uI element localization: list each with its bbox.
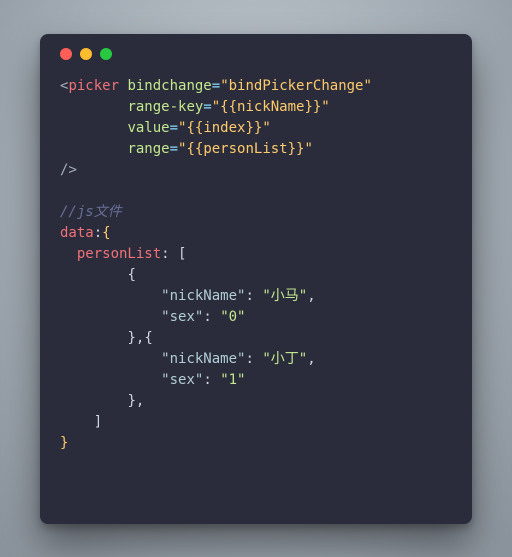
attr-range: range [127,141,169,157]
stage: <picker bindchange="bindPickerChange" ra… [0,0,512,557]
key-nickname-1: "nickName" [161,288,245,304]
close-icon[interactable] [60,48,72,60]
zoom-icon[interactable] [100,48,112,60]
code-block: <picker bindchange="bindPickerChange" ra… [60,76,452,454]
eq: = [212,78,220,94]
window-titlebar [60,48,452,76]
key-sex-2: "sex" [161,372,203,388]
comment-js-file: //js文件 [60,204,122,220]
brace-close: } [127,330,135,346]
angle-close: > [68,162,76,178]
val-range: "{{personList}}" [178,141,313,157]
colon: : [203,372,211,388]
val-sex-1: "0" [220,309,245,325]
bracket-open: [ [178,246,186,262]
tag-picker: picker [68,78,119,94]
key-sex-1: "sex" [161,309,203,325]
comma: , [307,351,315,367]
attr-value: value [127,120,169,136]
brace-open: { [144,330,152,346]
eq: = [203,99,211,115]
comma: , [136,393,144,409]
val-value: "{{index}}" [178,120,271,136]
colon: : [161,246,169,262]
brace-close: } [60,435,68,451]
colon: : [94,225,102,241]
key-nickname-2: "nickName" [161,351,245,367]
keyword-data: data [60,225,94,241]
comma: , [307,288,315,304]
attr-bindchange: bindchange [127,78,211,94]
prop-personlist: personList [77,246,161,262]
brace-close: } [127,393,135,409]
val-name-1: "小马" [262,288,307,304]
attr-rangekey: range-key [127,99,203,115]
brace-open: { [102,225,110,241]
eq: = [170,120,178,136]
colon: : [245,288,253,304]
val-bindchange: "bindPickerChange" [220,78,372,94]
val-name-2: "小丁" [262,351,307,367]
colon: : [245,351,253,367]
brace-open: { [127,267,135,283]
val-rangekey: "{{nickName}}" [212,99,330,115]
eq: = [170,141,178,157]
colon: : [203,309,211,325]
val-sex-2: "1" [220,372,245,388]
bracket-close: ] [94,414,102,430]
minimize-icon[interactable] [80,48,92,60]
code-window: <picker bindchange="bindPickerChange" ra… [40,34,472,524]
